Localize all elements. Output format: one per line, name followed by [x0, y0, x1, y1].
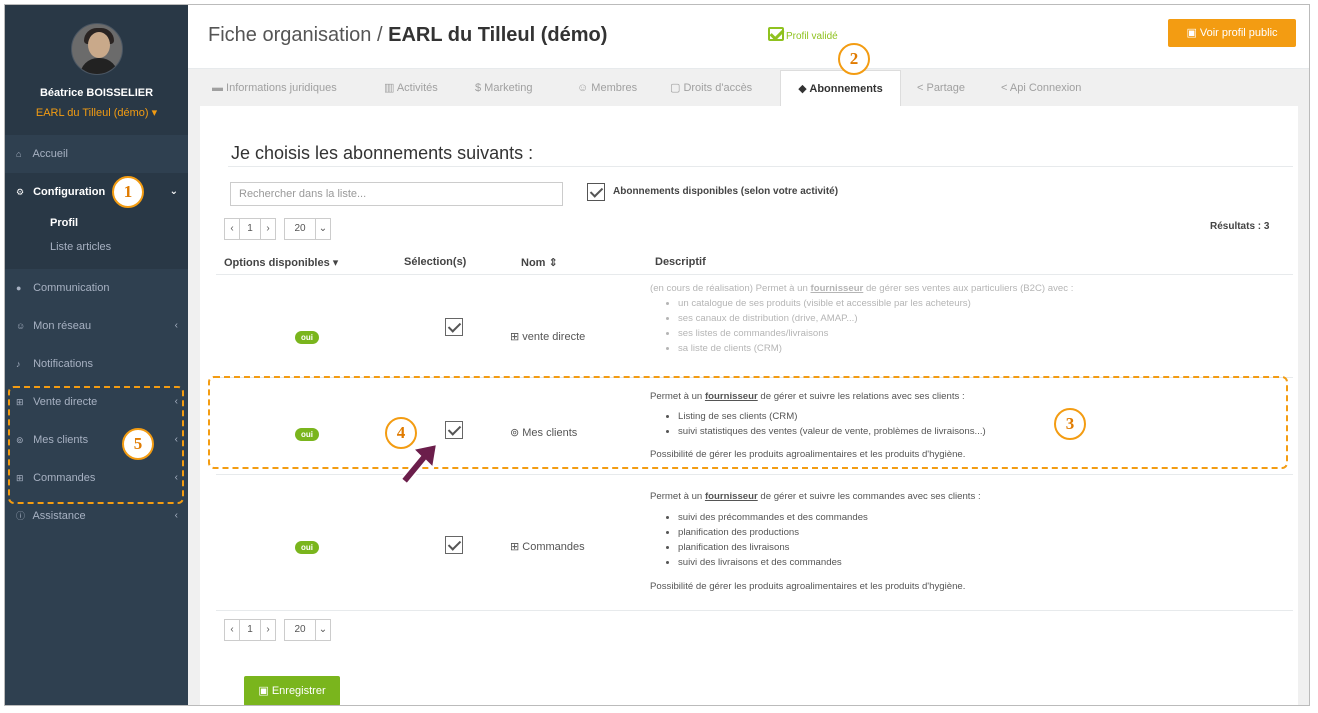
chevron-down-icon[interactable]: ⌄ [315, 619, 331, 641]
row-checkbox[interactable] [445, 318, 463, 336]
page-header: Fiche organisation / EARL du Tilleul (dé… [188, 5, 1309, 69]
highlight-sidebar-group [8, 386, 184, 504]
page-size-select[interactable]: 20 [284, 218, 316, 240]
pointer-arrow-icon [399, 442, 439, 486]
app-window: Béatrice BOISSELIER EARL du Tilleul (dém… [4, 4, 1310, 706]
tab-partage[interactable]: < Partage [917, 70, 965, 106]
section-heading: Je choisis les abonnements suivants : [231, 143, 534, 163]
annotation-marker: 5 [122, 428, 154, 460]
status-badge: Profil validé [768, 27, 838, 42]
highlight-row-mes-clients [208, 376, 1288, 469]
sidebar-item-label: Communication [33, 282, 110, 294]
sidebar-item-communication[interactable]: ● Communication [5, 269, 188, 307]
page-size-select[interactable]: 20 [284, 619, 316, 641]
sidebar: Béatrice BOISSELIER EARL du Tilleul (dém… [5, 5, 188, 705]
column-descriptif: Descriptif [655, 256, 706, 268]
users-icon: ☺ [16, 321, 26, 331]
save-button[interactable]: ▣ Enregistrer [244, 676, 340, 705]
sidebar-item-label: Assistance [32, 510, 86, 522]
configuration-submenu: Profil Liste articles [5, 211, 188, 269]
organization-dropdown[interactable]: EARL du Tilleul (démo) ▾ [5, 106, 188, 119]
pagination-page[interactable]: 1 [239, 218, 261, 240]
sidebar-item-label: Notifications [33, 358, 93, 370]
bell-icon: ♪ [16, 359, 21, 369]
divider [228, 166, 1293, 167]
divider [216, 274, 1293, 275]
view-public-profile-button[interactable]: ▣ Voir profil public [1168, 19, 1296, 47]
column-nom[interactable]: Nom ⇕ [521, 256, 558, 269]
tab-activites[interactable]: ▥ Activités [384, 70, 438, 106]
tab-api-connexion[interactable]: < Api Connexion [1001, 70, 1081, 106]
page-title: Fiche organisation / EARL du Tilleul (dé… [208, 24, 608, 46]
pagination-prev[interactable]: ‹ [224, 619, 240, 641]
row-name: ⊞ vente directe [510, 331, 586, 343]
cogs-icon: ⚙ [16, 187, 25, 197]
user-profile: Béatrice BOISSELIER EARL du Tilleul (dém… [5, 5, 188, 135]
sidebar-item-label: Accueil [32, 148, 68, 160]
tab-informations-juridiques[interactable]: ▬ Informations juridiques [212, 70, 337, 106]
available-filter-checkbox[interactable] [587, 183, 605, 201]
status-badge: oui [295, 331, 319, 344]
status-badge: oui [295, 541, 319, 554]
row-description: Permet à un fournisseur de gérer et suiv… [650, 489, 1270, 594]
pagination-next[interactable]: › [260, 218, 276, 240]
sidebar-item-label: Configuration [33, 186, 106, 198]
main-area: Fiche organisation / EARL du Tilleul (dé… [188, 5, 1309, 705]
divider [216, 474, 1293, 475]
pagination-prev[interactable]: ‹ [224, 218, 240, 240]
check-square-icon [768, 27, 784, 41]
home-icon: ⌂ [16, 149, 22, 159]
sidebar-item-profil[interactable]: Profil [5, 211, 188, 235]
tab-membres[interactable]: ☺ Membres [577, 70, 637, 106]
avatar[interactable] [70, 23, 123, 75]
sidebar-item-mon-reseau[interactable]: ☺ Mon réseau ‹ [5, 307, 188, 345]
annotation-marker: 1 [112, 176, 144, 208]
row-name: ⊞ Commandes [510, 541, 585, 553]
sidebar-item-liste-articles[interactable]: Liste articles [5, 235, 188, 259]
comments-icon: ● [16, 283, 22, 293]
user-name: Béatrice BOISSELIER [39, 87, 154, 99]
annotation-marker: 3 [1054, 408, 1086, 440]
sidebar-item-notifications[interactable]: ♪ Notifications [5, 345, 188, 383]
divider [216, 610, 1293, 611]
sidebar-item-configuration[interactable]: ⚙ Configuration ⌄ [5, 173, 188, 211]
tab-droits-acces[interactable]: ▢ Droits d'accès [670, 70, 752, 106]
tab-bar: ▬ Informations juridiques ▥ Activités $ … [188, 70, 1309, 106]
annotation-marker: 2 [838, 43, 870, 75]
results-count: Résultats : 3 [1210, 221, 1270, 232]
column-options[interactable]: Options disponibles ▾ [224, 256, 338, 269]
search-input[interactable]: Rechercher dans la liste... [230, 182, 563, 206]
sidebar-item-accueil[interactable]: ⌂ Accueil [5, 135, 188, 173]
chevron-down-icon: ⌄ [169, 186, 178, 197]
tab-marketing[interactable]: $ Marketing [475, 70, 532, 106]
column-selection: Sélection(s) [404, 256, 467, 268]
sidebar-item-label: Mon réseau [33, 320, 92, 332]
chevron-down-icon[interactable]: ⌄ [315, 218, 331, 240]
row-checkbox[interactable] [445, 536, 463, 554]
pagination-page[interactable]: 1 [239, 619, 261, 641]
chevron-left-icon: ‹ [174, 320, 178, 331]
available-filter-label: Abonnements disponibles (selon votre act… [613, 186, 839, 197]
pagination-next[interactable]: › [260, 619, 276, 641]
row-description: (en cours de réalisation) Permet à un fo… [650, 281, 1270, 356]
tab-abonnements[interactable]: ◆ Abonnements [780, 70, 901, 106]
